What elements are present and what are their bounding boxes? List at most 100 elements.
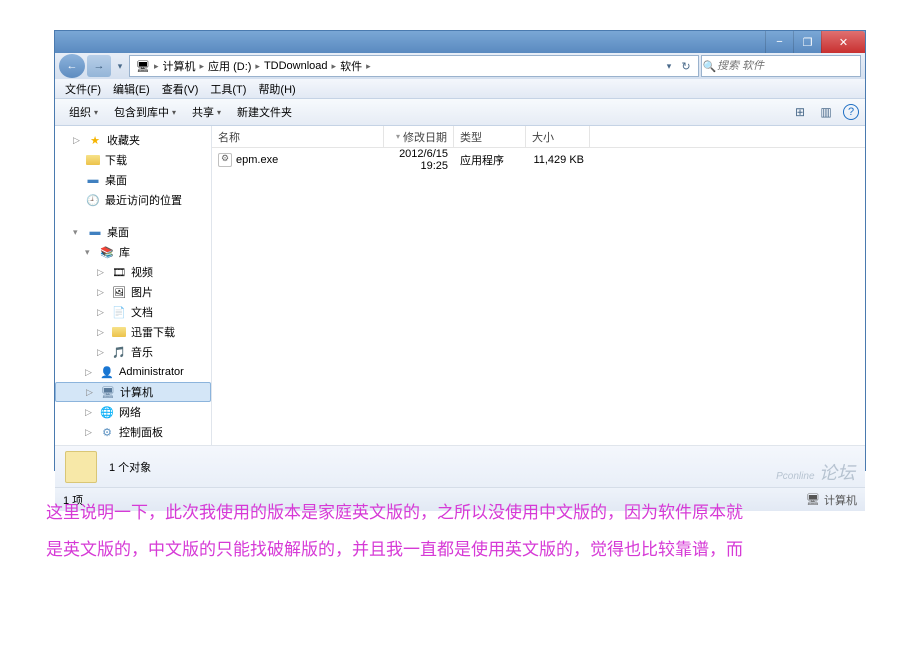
col-type[interactable]: 类型: [454, 126, 526, 147]
document-icon: 📄: [111, 305, 127, 319]
chevron-down-icon: ▾: [172, 108, 176, 117]
menu-bar: 文件(F) 编辑(E) 查看(V) 工具(T) 帮助(H): [55, 79, 865, 99]
address-dropdown[interactable]: ▾: [662, 61, 676, 72]
tree-music[interactable]: ▷🎵音乐: [55, 342, 211, 362]
exe-icon: [218, 153, 232, 167]
column-headers: 名称 ▾修改日期 类型 大小: [212, 126, 865, 148]
folder-large-icon: [65, 451, 97, 483]
tree-thunder-dl[interactable]: ▷迅雷下载: [55, 322, 211, 342]
maximize-button[interactable]: ❐: [793, 31, 821, 53]
tree-computer[interactable]: ▷🖥计算机: [55, 382, 211, 402]
watermark: Pconline 论坛: [776, 459, 855, 485]
include-library-button[interactable]: 包含到库中▾: [106, 99, 184, 125]
file-name: epm.exe: [236, 154, 278, 166]
breadcrumb[interactable]: 🖥 ▸ 计算机 ▸ 应用 (D:) ▸ TDDownload ▸ 软件 ▸ ▾ …: [129, 55, 699, 77]
folder-icon: [86, 155, 100, 165]
control-panel-icon: ⚙: [99, 425, 115, 439]
tree-documents[interactable]: ▷📄文档: [55, 302, 211, 322]
menu-view[interactable]: 查看(V): [156, 81, 205, 97]
file-date: 2012/6/15 19:25: [384, 148, 454, 172]
refresh-button[interactable]: ↻: [676, 60, 696, 73]
tree-label: 库: [119, 244, 130, 260]
file-size: 11,429 KB: [526, 154, 590, 166]
detail-count: 1 个对象: [109, 459, 151, 475]
search-input[interactable]: [717, 60, 860, 72]
tree-label: 文档: [131, 304, 153, 320]
tree-label: 控制面板: [119, 424, 163, 440]
breadcrumb-item[interactable]: 计算机: [159, 58, 200, 74]
tree-label: 计算机: [120, 384, 153, 400]
caption-line: 这里说明一下，此次我使用的版本是家庭英文版的，之所以没使用中文版的，因为软件原本…: [46, 494, 866, 531]
caption-line: 是英文版的，中文版的只能找破解版的，并且我一直都是使用英文版的，觉得也比较靠谱，…: [46, 531, 866, 568]
file-list-area: 名称 ▾修改日期 类型 大小 epm.exe 2012/6/15 19:25 应…: [212, 126, 865, 445]
user-icon: 👤: [99, 365, 115, 379]
help-button[interactable]: ?: [843, 104, 859, 120]
breadcrumb-item[interactable]: TDDownload: [260, 60, 332, 72]
chevron-right-icon: ▸: [366, 61, 371, 72]
chevron-down-icon: ▾: [217, 108, 221, 117]
tree-user[interactable]: ▷👤Administrator: [55, 362, 211, 382]
explorer-window: − ❐ ✕ ← → ▾ 🖥 ▸ 计算机 ▸ 应用 (D:) ▸ TDDownlo…: [54, 30, 866, 471]
toolbar: 组织▾ 包含到库中▾ 共享▾ 新建文件夹 ⊞ ▥ ?: [55, 99, 865, 126]
library-icon: 📚: [99, 245, 115, 259]
organize-button[interactable]: 组织▾: [61, 99, 106, 125]
title-bar: − ❐ ✕: [55, 31, 865, 53]
new-folder-button[interactable]: 新建文件夹: [229, 99, 300, 125]
search-icon: 🔍: [702, 60, 717, 73]
tree-label: 音乐: [131, 344, 153, 360]
navigation-tree: ▷★收藏夹 下载 ▬桌面 🕘最近访问的位置 ▾▬桌面 ▾📚库 ▷🎞视频 ▷🖼图片…: [55, 126, 212, 445]
computer-icon: 🖥: [100, 385, 116, 399]
caption-text: 这里说明一下，此次我使用的版本是家庭英文版的，之所以没使用中文版的，因为软件原本…: [46, 494, 866, 569]
tree-label: 桌面: [105, 172, 127, 188]
menu-file[interactable]: 文件(F): [59, 81, 107, 97]
address-bar: ← → ▾ 🖥 ▸ 计算机 ▸ 应用 (D:) ▸ TDDownload ▸ 软…: [55, 53, 865, 79]
recent-icon: 🕘: [85, 193, 101, 207]
tree-downloads[interactable]: 下载: [55, 150, 211, 170]
tree-videos[interactable]: ▷🎞视频: [55, 262, 211, 282]
view-mode-button[interactable]: ⊞: [791, 103, 809, 121]
tree-library[interactable]: ▾📚库: [55, 242, 211, 262]
minimize-button[interactable]: −: [765, 31, 793, 53]
tree-pictures[interactable]: ▷🖼图片: [55, 282, 211, 302]
folder-icon: [112, 327, 126, 337]
breadcrumb-item[interactable]: 应用 (D:): [204, 58, 255, 74]
image-icon: 🖼: [111, 285, 127, 299]
desktop-icon: ▬: [85, 173, 101, 187]
tree-label: 网络: [119, 404, 141, 420]
col-date[interactable]: ▾修改日期: [384, 126, 454, 147]
sort-indicator-icon: ▾: [396, 132, 400, 141]
tree-favorites[interactable]: ▷★收藏夹: [55, 130, 211, 150]
search-box[interactable]: 🔍: [701, 55, 861, 77]
tree-label: 视频: [131, 264, 153, 280]
menu-tools[interactable]: 工具(T): [204, 81, 252, 97]
music-icon: 🎵: [111, 345, 127, 359]
breadcrumb-item[interactable]: 软件: [336, 58, 366, 74]
breadcrumb-root-icon[interactable]: 🖥: [132, 60, 154, 73]
file-row[interactable]: epm.exe 2012/6/15 19:25 应用程序 11,429 KB: [212, 150, 865, 170]
file-type: 应用程序: [454, 152, 526, 168]
video-icon: 🎞: [111, 265, 127, 279]
tree-control-panel[interactable]: ▷⚙控制面板: [55, 422, 211, 442]
tree-label: 桌面: [107, 224, 129, 240]
preview-pane-button[interactable]: ▥: [817, 103, 835, 121]
tree-network[interactable]: ▷🌐网络: [55, 402, 211, 422]
close-button[interactable]: ✕: [821, 31, 865, 53]
menu-edit[interactable]: 编辑(E): [107, 81, 156, 97]
tree-label: 最近访问的位置: [105, 192, 182, 208]
tree-desktop[interactable]: ▾▬桌面: [55, 222, 211, 242]
back-button[interactable]: ←: [59, 54, 85, 78]
col-name[interactable]: 名称: [212, 126, 384, 147]
body-area: ▷★收藏夹 下载 ▬桌面 🕘最近访问的位置 ▾▬桌面 ▾📚库 ▷🎞视频 ▷🖼图片…: [55, 126, 865, 445]
tree-label: 迅雷下载: [131, 324, 175, 340]
tree-label: 下载: [105, 152, 127, 168]
share-button[interactable]: 共享▾: [184, 99, 229, 125]
forward-button[interactable]: →: [87, 55, 111, 77]
star-icon: ★: [87, 133, 103, 147]
nav-history-dropdown[interactable]: ▾: [113, 61, 127, 72]
chevron-down-icon: ▾: [94, 108, 98, 117]
menu-help[interactable]: 帮助(H): [252, 81, 301, 97]
tree-recent[interactable]: 🕘 最近访问的位置: [55, 190, 211, 210]
tree-desktop-fav[interactable]: ▬ 桌面: [55, 170, 211, 190]
col-size[interactable]: 大小: [526, 126, 590, 147]
tree-label: 收藏夹: [107, 132, 140, 148]
